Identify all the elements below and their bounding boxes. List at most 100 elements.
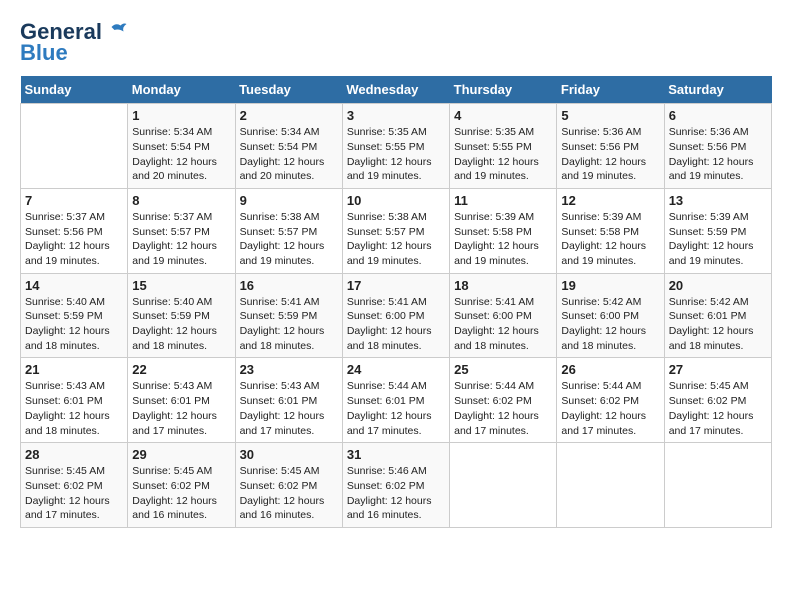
day-info: Sunrise: 5:34 AM Sunset: 5:54 PM Dayligh… (132, 125, 230, 184)
calendar-table: SundayMondayTuesdayWednesdayThursdayFrid… (20, 76, 772, 528)
day-info: Sunrise: 5:44 AM Sunset: 6:02 PM Dayligh… (561, 379, 659, 438)
calendar-cell: 20 Sunrise: 5:42 AM Sunset: 6:01 PM Dayli… (664, 273, 771, 358)
day-number: 1 (132, 108, 230, 123)
calendar-cell: 7 Sunrise: 5:37 AM Sunset: 5:56 PM Daylig… (21, 188, 128, 273)
day-number: 24 (347, 362, 445, 377)
day-info: Sunrise: 5:43 AM Sunset: 6:01 PM Dayligh… (25, 379, 123, 438)
day-info: Sunrise: 5:41 AM Sunset: 6:00 PM Dayligh… (347, 295, 445, 354)
day-number: 12 (561, 193, 659, 208)
calendar-cell: 11 Sunrise: 5:39 AM Sunset: 5:58 PM Dayli… (450, 188, 557, 273)
day-info: Sunrise: 5:40 AM Sunset: 5:59 PM Dayligh… (25, 295, 123, 354)
day-number: 25 (454, 362, 552, 377)
calendar-cell: 17 Sunrise: 5:41 AM Sunset: 6:00 PM Dayli… (342, 273, 449, 358)
day-info: Sunrise: 5:38 AM Sunset: 5:57 PM Dayligh… (347, 210, 445, 269)
header-tuesday: Tuesday (235, 76, 342, 104)
calendar-cell: 13 Sunrise: 5:39 AM Sunset: 5:59 PM Dayli… (664, 188, 771, 273)
calendar-cell: 22Sunrise: 5:43 AM Sunset: 6:01 PM Dayli… (128, 358, 235, 443)
day-info: Sunrise: 5:42 AM Sunset: 6:01 PM Dayligh… (669, 295, 767, 354)
calendar-week-row: 7 Sunrise: 5:37 AM Sunset: 5:56 PM Daylig… (21, 188, 772, 273)
day-info: Sunrise: 5:41 AM Sunset: 6:00 PM Dayligh… (454, 295, 552, 354)
day-info: Sunrise: 5:44 AM Sunset: 6:01 PM Dayligh… (347, 379, 445, 438)
day-info: Sunrise: 5:44 AM Sunset: 6:02 PM Dayligh… (454, 379, 552, 438)
day-number: 20 (669, 278, 767, 293)
day-info: Sunrise: 5:39 AM Sunset: 5:58 PM Dayligh… (454, 210, 552, 269)
day-number: 5 (561, 108, 659, 123)
calendar-cell: 10 Sunrise: 5:38 AM Sunset: 5:57 PM Dayli… (342, 188, 449, 273)
calendar-cell: 14 Sunrise: 5:40 AM Sunset: 5:59 PM Dayli… (21, 273, 128, 358)
calendar-week-row: 14 Sunrise: 5:40 AM Sunset: 5:59 PM Dayli… (21, 273, 772, 358)
calendar-cell (450, 443, 557, 528)
day-info: Sunrise: 5:37 AM Sunset: 5:57 PM Dayligh… (132, 210, 230, 269)
day-info: Sunrise: 5:36 AM Sunset: 5:56 PM Dayligh… (561, 125, 659, 184)
calendar-cell: 4 Sunrise: 5:35 AM Sunset: 5:55 PM Daylig… (450, 104, 557, 189)
day-info: Sunrise: 5:45 AM Sunset: 6:02 PM Dayligh… (240, 464, 338, 523)
calendar-cell: 21 Sunrise: 5:43 AM Sunset: 6:01 PM Dayli… (21, 358, 128, 443)
calendar-cell: 16Sunrise: 5:41 AM Sunset: 5:59 PM Dayli… (235, 273, 342, 358)
header-saturday: Saturday (664, 76, 771, 104)
day-number: 14 (25, 278, 123, 293)
calendar-cell: 5 Sunrise: 5:36 AM Sunset: 5:56 PM Daylig… (557, 104, 664, 189)
calendar-cell: 23 Sunrise: 5:43 AM Sunset: 6:01 PM Dayli… (235, 358, 342, 443)
day-number: 11 (454, 193, 552, 208)
day-number: 18 (454, 278, 552, 293)
calendar-cell: 26 Sunrise: 5:44 AM Sunset: 6:02 PM Dayli… (557, 358, 664, 443)
day-number: 19 (561, 278, 659, 293)
day-info: Sunrise: 5:38 AM Sunset: 5:57 PM Dayligh… (240, 210, 338, 269)
day-info: Sunrise: 5:40 AM Sunset: 5:59 PM Dayligh… (132, 295, 230, 354)
day-number: 27 (669, 362, 767, 377)
day-number: 23 (240, 362, 338, 377)
logo-bird-icon (110, 21, 128, 39)
calendar-cell: 12 Sunrise: 5:39 AM Sunset: 5:58 PM Dayli… (557, 188, 664, 273)
calendar-cell: 28Sunrise: 5:45 AM Sunset: 6:02 PM Dayli… (21, 443, 128, 528)
calendar-cell: 25 Sunrise: 5:44 AM Sunset: 6:02 PM Dayli… (450, 358, 557, 443)
day-info: Sunrise: 5:43 AM Sunset: 6:01 PM Dayligh… (240, 379, 338, 438)
day-number: 15 (132, 278, 230, 293)
day-number: 13 (669, 193, 767, 208)
calendar-cell: 27 Sunrise: 5:45 AM Sunset: 6:02 PM Dayli… (664, 358, 771, 443)
header-thursday: Thursday (450, 76, 557, 104)
calendar-week-row: 1 Sunrise: 5:34 AM Sunset: 5:54 PM Daylig… (21, 104, 772, 189)
day-number: 6 (669, 108, 767, 123)
header-wednesday: Wednesday (342, 76, 449, 104)
calendar-cell: 31Sunrise: 5:46 AM Sunset: 6:02 PM Dayli… (342, 443, 449, 528)
calendar-cell: 19 Sunrise: 5:42 AM Sunset: 6:00 PM Dayli… (557, 273, 664, 358)
day-info: Sunrise: 5:42 AM Sunset: 6:00 PM Dayligh… (561, 295, 659, 354)
day-number: 10 (347, 193, 445, 208)
day-number: 2 (240, 108, 338, 123)
calendar-header-row: SundayMondayTuesdayWednesdayThursdayFrid… (21, 76, 772, 104)
day-number: 7 (25, 193, 123, 208)
day-info: Sunrise: 5:39 AM Sunset: 5:59 PM Dayligh… (669, 210, 767, 269)
calendar-cell: 29 Sunrise: 5:45 AM Sunset: 6:02 PM Dayli… (128, 443, 235, 528)
calendar-cell (664, 443, 771, 528)
day-info: Sunrise: 5:35 AM Sunset: 5:55 PM Dayligh… (347, 125, 445, 184)
day-number: 4 (454, 108, 552, 123)
day-number: 31 (347, 447, 445, 462)
day-info: Sunrise: 5:34 AM Sunset: 5:54 PM Dayligh… (240, 125, 338, 184)
calendar-cell: 1 Sunrise: 5:34 AM Sunset: 5:54 PM Daylig… (128, 104, 235, 189)
header-monday: Monday (128, 76, 235, 104)
day-info: Sunrise: 5:37 AM Sunset: 5:56 PM Dayligh… (25, 210, 123, 269)
day-info: Sunrise: 5:45 AM Sunset: 6:02 PM Dayligh… (669, 379, 767, 438)
day-number: 3 (347, 108, 445, 123)
calendar-week-row: 28Sunrise: 5:45 AM Sunset: 6:02 PM Dayli… (21, 443, 772, 528)
day-number: 29 (132, 447, 230, 462)
header-friday: Friday (557, 76, 664, 104)
logo: General Blue (20, 20, 128, 66)
day-number: 17 (347, 278, 445, 293)
calendar-cell: 8Sunrise: 5:37 AM Sunset: 5:57 PM Daylig… (128, 188, 235, 273)
calendar-cell: 2 Sunrise: 5:34 AM Sunset: 5:54 PM Daylig… (235, 104, 342, 189)
day-number: 21 (25, 362, 123, 377)
day-info: Sunrise: 5:35 AM Sunset: 5:55 PM Dayligh… (454, 125, 552, 184)
calendar-cell: 6 Sunrise: 5:36 AM Sunset: 5:56 PM Daylig… (664, 104, 771, 189)
calendar-cell (557, 443, 664, 528)
day-info: Sunrise: 5:41 AM Sunset: 5:59 PM Dayligh… (240, 295, 338, 354)
day-info: Sunrise: 5:45 AM Sunset: 6:02 PM Dayligh… (25, 464, 123, 523)
day-info: Sunrise: 5:43 AM Sunset: 6:01 PM Dayligh… (132, 379, 230, 438)
day-number: 26 (561, 362, 659, 377)
page-header: General Blue (20, 20, 772, 66)
day-info: Sunrise: 5:36 AM Sunset: 5:56 PM Dayligh… (669, 125, 767, 184)
day-info: Sunrise: 5:39 AM Sunset: 5:58 PM Dayligh… (561, 210, 659, 269)
day-number: 9 (240, 193, 338, 208)
day-info: Sunrise: 5:45 AM Sunset: 6:02 PM Dayligh… (132, 464, 230, 523)
calendar-cell: 24 Sunrise: 5:44 AM Sunset: 6:01 PM Dayli… (342, 358, 449, 443)
